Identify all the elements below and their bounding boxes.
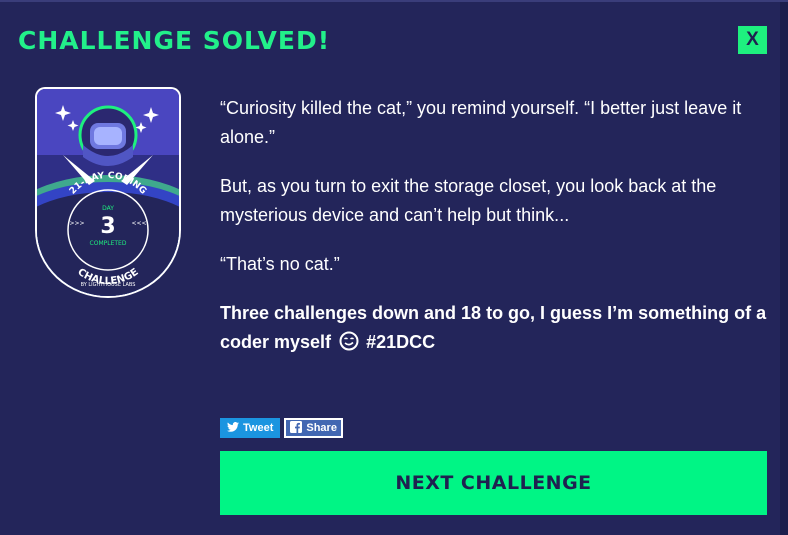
story-paragraph-3: “That’s no cat.” <box>220 254 340 274</box>
badge-right-chevrons: <<< <box>131 220 146 227</box>
facebook-share-label: Share <box>306 422 337 434</box>
modal-right-edge <box>780 2 788 535</box>
facebook-icon <box>290 420 303 436</box>
story-text: “Curiosity killed the cat,” you remind y… <box>220 94 770 380</box>
story-paragraph-1: “Curiosity killed the cat,” you remind y… <box>220 98 742 147</box>
badge-completed-label: COMPLETED <box>90 240 127 247</box>
story-paragraph-2: But, as you turn to exit the storage clo… <box>220 176 717 225</box>
day-3-badge: 21-DAY CODING DAY 3 >>> <<< COMPLETED CH… <box>35 87 181 298</box>
close-button[interactable]: X <box>738 26 767 54</box>
story-paragraph-4-text: Three challenges down and 18 to go, I gu… <box>220 303 767 352</box>
hashtag: #21DCC <box>366 332 436 352</box>
badge-left-chevrons: >>> <box>69 220 84 227</box>
badge-byline: BY LIGHTHOUSE LABS <box>81 282 136 288</box>
challenge-solved-modal: CHALLENGE SOLVED! X 21-DAY CODING DAY 3 … <box>0 0 788 535</box>
badge-day-label: DAY <box>102 205 114 212</box>
story-paragraph-4: Three challenges down and 18 to go, I gu… <box>220 299 770 360</box>
smirking-face-emoji-icon <box>339 331 359 360</box>
next-challenge-button[interactable]: NEXT CHALLENGE <box>220 451 767 515</box>
facebook-share-button[interactable]: Share <box>284 418 343 438</box>
modal-title: CHALLENGE SOLVED! <box>18 26 331 55</box>
tweet-label: Tweet <box>243 422 274 434</box>
tweet-button[interactable]: Tweet <box>220 418 281 438</box>
twitter-bird-icon <box>227 421 239 435</box>
share-buttons: Tweet Share <box>220 418 343 438</box>
badge-day-number: 3 <box>100 214 115 239</box>
